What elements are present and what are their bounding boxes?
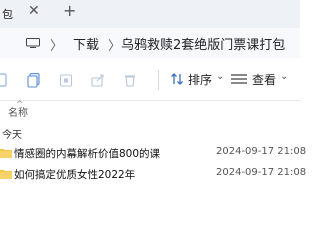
- item-name: 如何搞定优质女性2022年: [14, 169, 136, 181]
- breadcrumb-item-downloads[interactable]: 下载: [73, 34, 99, 53]
- list-item[interactable]: 情感圈的内幕解析价值800的课 2024-09-17 21:08: [0, 145, 306, 165]
- group-header-today[interactable]: 今天: [2, 126, 22, 141]
- close-tab-icon[interactable]: ✕: [28, 3, 40, 19]
- sort-icon: [171, 73, 183, 85]
- copy-icon[interactable]: [26, 72, 42, 88]
- item-name: 情感圈的内幕解析价值800的课: [14, 148, 161, 160]
- command-bar: 排序 ⌄ 查看 ⌄: [0, 58, 300, 101]
- folder-icon: [0, 170, 12, 179]
- title-bar: 包 ✕ +: [0, 0, 300, 28]
- tab-title[interactable]: 包: [2, 6, 13, 22]
- chevron-down-icon: ⌄: [280, 71, 289, 82]
- item-date-modified: 2024-09-17 21:08: [216, 167, 307, 178]
- toolbar-divider: [158, 70, 159, 90]
- view-label: 查看: [252, 73, 277, 87]
- chevron-down-icon: ⌄: [216, 71, 225, 82]
- paste-icon[interactable]: [58, 72, 74, 88]
- this-pc-icon[interactable]: [26, 38, 40, 48]
- share-icon[interactable]: [90, 72, 106, 88]
- item-date-modified: 2024-09-17 21:08: [216, 146, 307, 157]
- list-item[interactable]: 如何搞定优质女性2022年 2024-09-17 21:08: [0, 166, 306, 186]
- new-tab-icon[interactable]: +: [63, 1, 76, 20]
- cut-icon[interactable]: [0, 72, 10, 88]
- breadcrumb-separator-icon: 〉: [50, 39, 64, 54]
- column-header-name[interactable]: 名称: [8, 104, 28, 119]
- folder-icon: [0, 149, 12, 158]
- sort-label: 排序: [188, 73, 213, 87]
- delete-icon[interactable]: [122, 72, 138, 88]
- breadcrumb-separator-icon: 〉: [108, 39, 122, 54]
- address-bar[interactable]: 〉 下载 〉 乌鸦救赎2套绝版门票课打包: [0, 28, 300, 59]
- view-icon: [231, 74, 247, 84]
- breadcrumb-item-current-folder[interactable]: 乌鸦救赎2套绝版门票课打包: [121, 34, 285, 53]
